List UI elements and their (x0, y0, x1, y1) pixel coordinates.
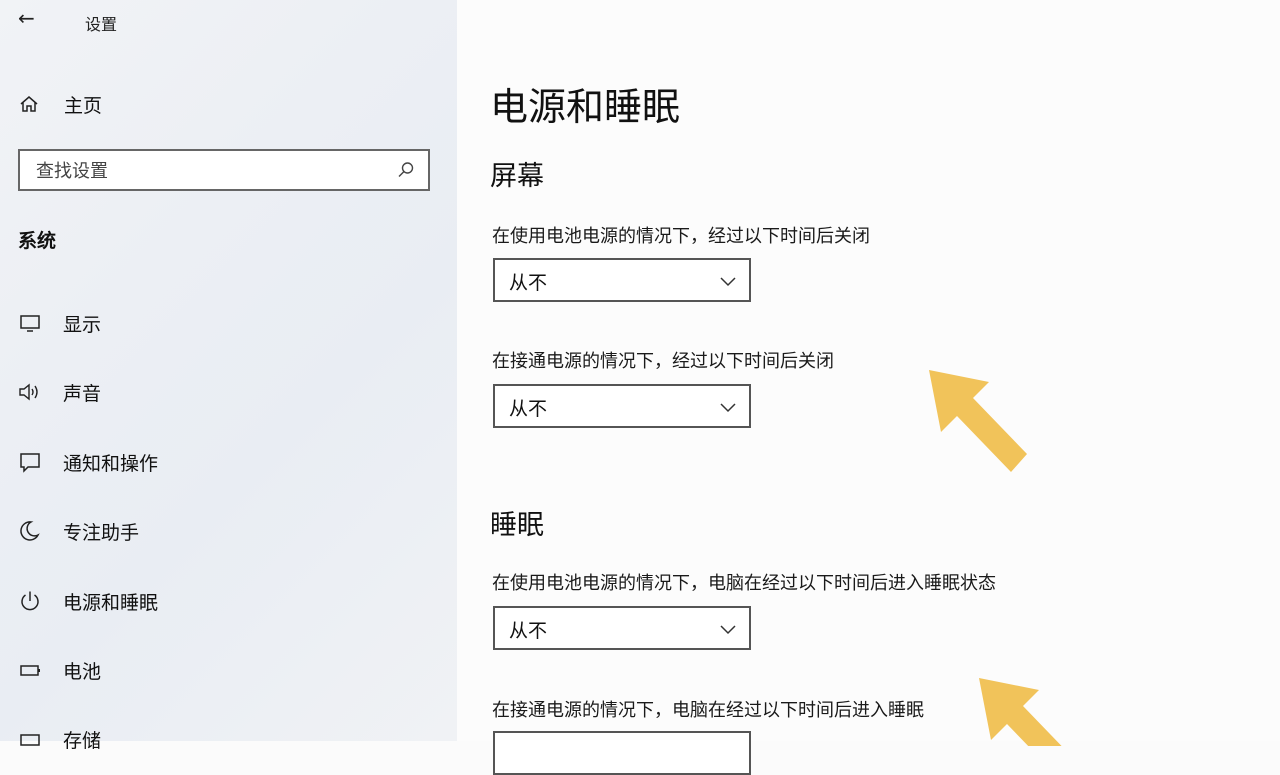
title-bar: ← 设置 (0, 0, 457, 40)
screen-battery-label: 在使用电池电源的情况下，经过以下时间后关闭 (492, 226, 870, 247)
sidebar-item-storage[interactable]: 存储 (18, 721, 101, 757)
search-box[interactable] (18, 149, 430, 191)
speaker-icon (18, 380, 42, 404)
battery-icon (18, 658, 42, 682)
search-input[interactable] (34, 157, 378, 185)
page-title: 电源和睡眠 (490, 85, 681, 129)
dropdown-value: 从不 (509, 398, 548, 420)
dropdown-value: 从不 (509, 272, 548, 294)
main-content: 电源和睡眠 屏幕 在使用电池电源的情况下，经过以下时间后关闭 从不 在接通电源的… (457, 0, 1280, 775)
sidebar-item-power-sleep[interactable]: 电源和睡眠 (18, 583, 158, 619)
section-heading-sleep: 睡眠 (490, 510, 544, 541)
monitor-icon (18, 311, 42, 335)
back-arrow-icon[interactable]: ← (18, 6, 35, 30)
sidebar-item-label: 声音 (63, 382, 102, 405)
sleep-plugged-label: 在接通电源的情况下，电脑在经过以下时间后进入睡眠 (492, 700, 924, 721)
storage-icon (18, 727, 42, 751)
chevron-down-icon (719, 272, 737, 290)
sidebar-item-label: 电池 (63, 660, 102, 683)
search-icon[interactable] (396, 160, 416, 180)
chevron-down-icon (719, 620, 737, 638)
sidebar-item-label: 电源和睡眠 (63, 591, 159, 614)
sidebar-item-sound[interactable]: 声音 (18, 374, 101, 410)
sleep-plugged-dropdown[interactable] (493, 731, 751, 775)
app-title: 设置 (85, 15, 118, 34)
sidebar-item-label: 通知和操作 (63, 452, 159, 475)
sidebar: ← 设置 主页 系统 显示 声音 (0, 0, 457, 752)
sidebar-item-battery[interactable]: 电池 (18, 652, 101, 688)
section-label-system: 系统 (18, 230, 57, 252)
notification-icon (18, 450, 42, 474)
screen-plugged-label: 在接通电源的情况下，经过以下时间后关闭 (492, 351, 834, 372)
moon-icon (18, 519, 42, 543)
chevron-down-icon (719, 398, 737, 416)
section-heading-screen: 屏幕 (490, 161, 544, 192)
sidebar-item-focus-assist[interactable]: 专注助手 (18, 513, 139, 549)
screen-battery-dropdown[interactable]: 从不 (493, 258, 751, 302)
sidebar-item-display[interactable]: 显示 (18, 305, 101, 341)
sidebar-item-label: 存储 (63, 729, 102, 752)
sidebar-item-label: 专注助手 (63, 521, 140, 544)
sleep-battery-label: 在使用电池电源的情况下，电脑在经过以下时间后进入睡眠状态 (492, 573, 996, 594)
power-icon (18, 589, 42, 613)
dropdown-value: 从不 (509, 620, 548, 642)
annotation-arrow-icon (979, 678, 1062, 746)
home-icon (18, 93, 40, 115)
annotation-arrow-icon (929, 370, 1027, 472)
screen-plugged-dropdown[interactable]: 从不 (493, 384, 751, 428)
nav-home-label: 主页 (64, 94, 103, 117)
nav-home[interactable]: 主页 (18, 90, 102, 118)
sleep-battery-dropdown[interactable]: 从不 (493, 606, 751, 650)
sidebar-item-notifications[interactable]: 通知和操作 (18, 444, 158, 480)
sidebar-item-label: 显示 (63, 313, 102, 336)
